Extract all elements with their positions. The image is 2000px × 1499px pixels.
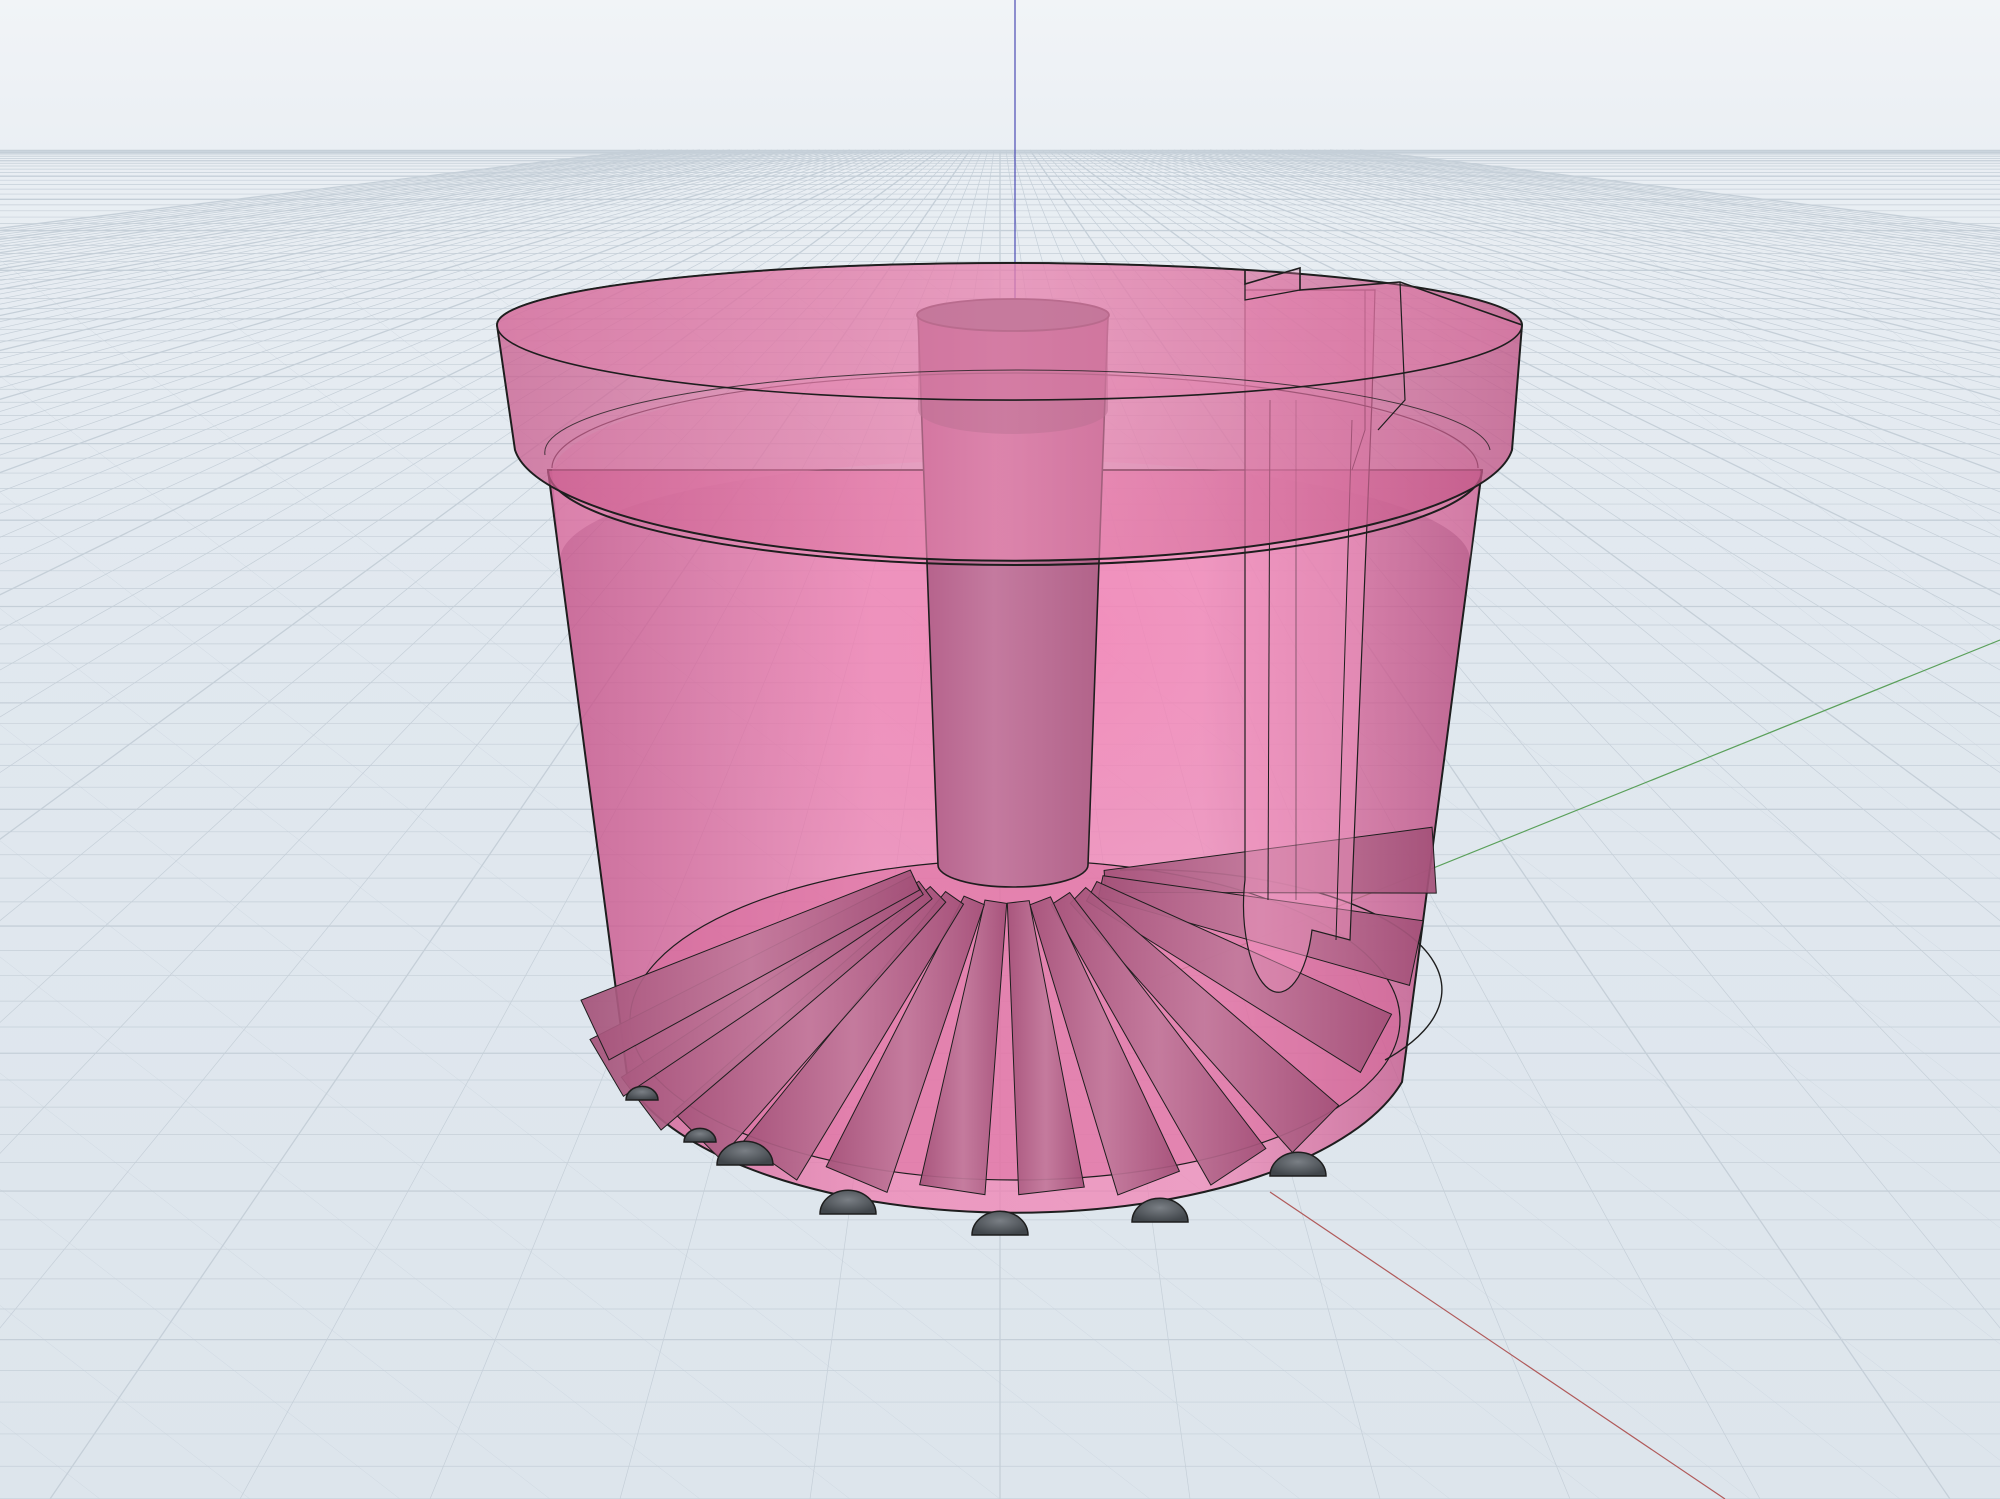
grid-line [1499,259,2000,648]
grid-line [1649,259,2000,532]
3d-viewport[interactable] [0,0,2000,1499]
grid-line [1949,259,2000,300]
grid-line [1799,259,2000,416]
pot-model[interactable] [495,261,1524,1236]
grid-line [0,1072,551,1499]
base-hole [971,1210,1029,1236]
model-scene[interactable] [0,0,2000,1499]
